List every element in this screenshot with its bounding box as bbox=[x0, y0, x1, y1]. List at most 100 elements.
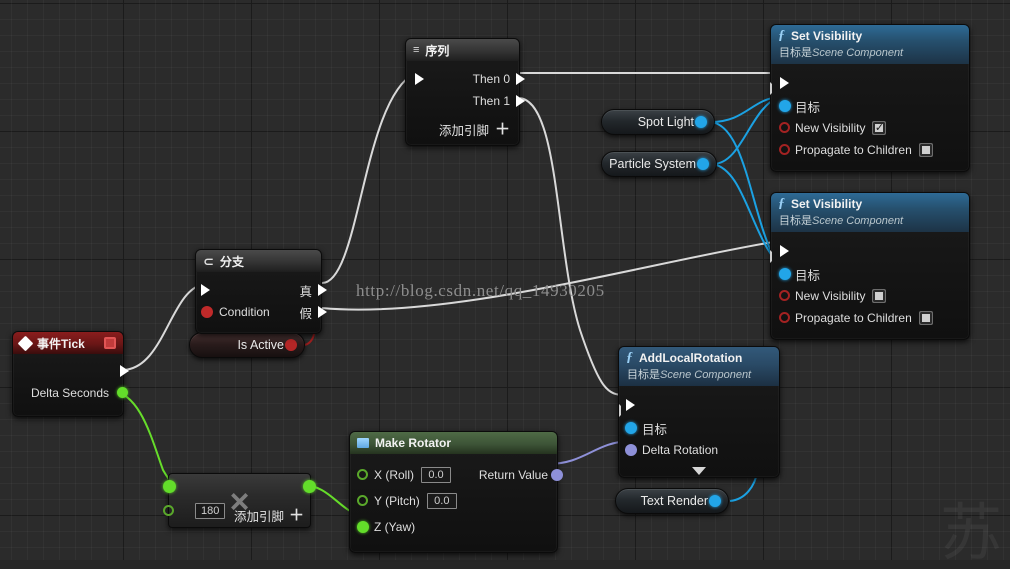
pin-row-sv2-target[interactable]: 目标 bbox=[771, 263, 969, 285]
node-text-render[interactable]: Text Render bbox=[615, 488, 729, 514]
pin-row-sv1-propagate[interactable]: Propagate to Children bbox=[771, 139, 969, 161]
pin-row-sv1-exec[interactable] bbox=[770, 71, 969, 95]
node-particle-system[interactable]: Particle System bbox=[601, 151, 717, 177]
pin-row-seq-then0[interactable]: Then 0 bbox=[406, 68, 525, 90]
add-pin-button[interactable]: 添加引脚 ＋ bbox=[406, 118, 519, 139]
node-title: 事件Tick bbox=[37, 336, 85, 351]
text-render-out-pin[interactable] bbox=[709, 495, 721, 507]
target-in-pin[interactable] bbox=[779, 268, 791, 280]
node-make-rotator[interactable]: Make Rotator X (Roll) 0.0 Return Value Y… bbox=[349, 431, 563, 553]
pin-row-exec-out[interactable] bbox=[13, 360, 129, 382]
make-struct-icon bbox=[357, 438, 369, 448]
multiply-input-b-pin[interactable] bbox=[163, 505, 174, 516]
exec-out-pin[interactable] bbox=[770, 81, 780, 95]
delta-rotation-in-pin[interactable] bbox=[625, 444, 637, 456]
blueprint-graph-canvas[interactable]: http://blog.csdn.net/qq_14930205 苏 事件Tic… bbox=[0, 0, 1010, 564]
pin-row-y-pitch[interactable]: Y (Pitch) 0.0 bbox=[350, 488, 557, 514]
node-label-text-render: Text Render bbox=[640, 494, 708, 508]
node-is-active[interactable]: Is Active bbox=[189, 332, 305, 358]
propagate-checkbox[interactable] bbox=[918, 143, 933, 157]
node-subtitle: 目标是Scene Component bbox=[778, 212, 962, 228]
x-roll-in-pin[interactable] bbox=[357, 469, 368, 480]
add-pin-label: 添加引脚 bbox=[233, 510, 284, 524]
target-in-pin[interactable] bbox=[779, 100, 791, 112]
watermark-url: http://blog.csdn.net/qq_14930205 bbox=[356, 281, 605, 300]
branch-icon: ⊂ bbox=[203, 253, 214, 269]
pin-label-then0: Then 0 bbox=[472, 72, 510, 86]
propagate-checkbox[interactable] bbox=[918, 311, 933, 325]
y-pitch-value-field[interactable]: 0.0 bbox=[426, 493, 457, 509]
sequence-icon: ≡︎ bbox=[413, 43, 420, 56]
pin-row-sv2-exec[interactable] bbox=[770, 239, 969, 263]
is-active-out-pin[interactable] bbox=[285, 339, 297, 351]
node-label-is-active: Is Active bbox=[237, 338, 284, 352]
new-visibility-in-pin[interactable] bbox=[779, 290, 790, 301]
node-sequence[interactable]: ≡︎ 序列 Then 0 Then 1 添加引脚 ＋ bbox=[405, 38, 525, 146]
node-title: 序列 bbox=[425, 43, 450, 58]
pin-row-z-yaw[interactable]: Z (Yaw) bbox=[350, 514, 557, 540]
z-yaw-in-pin[interactable] bbox=[357, 521, 369, 533]
exec-out-pin[interactable] bbox=[120, 365, 129, 377]
pin-row-branch-condition[interactable]: Condition 假 bbox=[196, 301, 327, 323]
expand-collapse-caret-icon[interactable] bbox=[692, 467, 706, 475]
pin-row-x-roll[interactable]: X (Roll) 0.0 Return Value bbox=[350, 462, 563, 488]
node-set-visibility-2[interactable]: ƒ Set Visibility 目标是Scene Component 目标 N… bbox=[770, 192, 970, 340]
pin-row-alr-target[interactable]: 目标 bbox=[619, 417, 779, 439]
node-header: ƒ AddLocalRotation 目标是Scene Component bbox=[619, 347, 779, 386]
exec-in-pin[interactable] bbox=[780, 245, 789, 257]
node-subtitle-type: Scene Component bbox=[812, 47, 904, 59]
plus-icon: ＋ bbox=[288, 507, 304, 524]
node-spot-light[interactable]: Spot Light bbox=[601, 109, 715, 135]
node-title: Set Visibility bbox=[791, 197, 863, 211]
pin-row-sv1-target[interactable]: 目标 bbox=[771, 95, 969, 117]
exec-out-pin[interactable] bbox=[770, 249, 780, 263]
pin-row-branch-exec[interactable]: 真 bbox=[196, 279, 327, 301]
pin-row-alr-exec[interactable] bbox=[619, 393, 779, 417]
delta-seconds-out-pin[interactable] bbox=[117, 387, 128, 398]
node-title: AddLocalRotation bbox=[639, 351, 743, 365]
exec-in-pin[interactable] bbox=[780, 77, 789, 89]
propagate-in-pin[interactable] bbox=[779, 312, 790, 323]
node-title: Make Rotator bbox=[375, 436, 452, 450]
node-event-tick[interactable]: 事件Tick Delta Seconds bbox=[12, 331, 129, 417]
particle-system-out-pin[interactable] bbox=[697, 158, 709, 170]
node-add-local-rotation[interactable]: ƒ AddLocalRotation 目标是Scene Component 目标… bbox=[618, 346, 780, 478]
pin-row-delta-seconds[interactable]: Delta Seconds bbox=[13, 382, 128, 404]
stop-square-icon[interactable] bbox=[104, 337, 116, 349]
pin-row-sv2-propagate[interactable]: Propagate to Children bbox=[771, 307, 969, 329]
pin-row-seq-then1[interactable]: Then 1 bbox=[406, 90, 525, 112]
spot-light-out-pin[interactable] bbox=[695, 116, 707, 128]
pin-label-new-visibility: New Visibility bbox=[795, 289, 866, 303]
target-in-pin[interactable] bbox=[625, 422, 637, 434]
multiply-output-pin[interactable] bbox=[303, 480, 316, 493]
propagate-in-pin[interactable] bbox=[779, 144, 790, 155]
then1-exec-out-pin[interactable] bbox=[516, 95, 525, 107]
node-title: Set Visibility bbox=[791, 29, 863, 43]
add-pin-button[interactable]: 添加引脚 ＋ bbox=[234, 506, 304, 525]
new-visibility-checkbox[interactable] bbox=[872, 289, 887, 303]
node-multiply[interactable]: × 180 添加引脚 ＋ bbox=[163, 473, 316, 528]
new-visibility-checkbox[interactable]: ✓ bbox=[872, 121, 887, 135]
exec-in-pin[interactable] bbox=[201, 284, 210, 296]
multiply-input-a-pin[interactable] bbox=[163, 480, 176, 493]
node-branch[interactable]: ⊂ 分支 真 Condition 假 bbox=[195, 249, 327, 334]
y-pitch-in-pin[interactable] bbox=[357, 495, 368, 506]
node-subtitle-prefix: 目标是 bbox=[627, 369, 660, 381]
exec-in-pin[interactable] bbox=[415, 73, 424, 85]
then0-exec-out-pin[interactable] bbox=[516, 73, 525, 85]
return-value-out-pin[interactable] bbox=[551, 469, 563, 481]
pin-row-alr-delta-rotation[interactable]: Delta Rotation bbox=[619, 439, 779, 461]
exec-out-pin[interactable] bbox=[619, 403, 629, 417]
pin-row-sv2-new-visibility[interactable]: New Visibility bbox=[771, 285, 969, 307]
pin-row-sv1-new-visibility[interactable]: New Visibility ✓ bbox=[771, 117, 969, 139]
function-icon: ƒ bbox=[778, 196, 785, 211]
function-icon: ƒ bbox=[778, 28, 785, 43]
new-visibility-in-pin[interactable] bbox=[779, 122, 790, 133]
true-exec-out-pin[interactable] bbox=[318, 284, 327, 296]
x-roll-value-field[interactable]: 0.0 bbox=[421, 467, 452, 483]
condition-in-pin[interactable] bbox=[201, 306, 213, 318]
watermark-glyph: 苏 bbox=[939, 496, 1002, 569]
multiply-input-b-value[interactable]: 180 bbox=[195, 503, 226, 519]
false-exec-out-pin[interactable] bbox=[318, 306, 327, 318]
node-set-visibility-1[interactable]: ƒ Set Visibility 目标是Scene Component 目标 N… bbox=[770, 24, 970, 172]
